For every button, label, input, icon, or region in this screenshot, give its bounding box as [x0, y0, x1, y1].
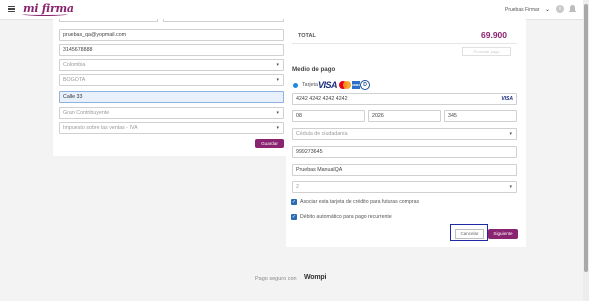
- id-type-value: Cédula de ciudadanía: [296, 131, 348, 137]
- address-value: Calle 33: [63, 94, 83, 100]
- divider: [292, 43, 517, 44]
- menu-icon[interactable]: [8, 6, 15, 12]
- address-field[interactable]: Calle 33: [59, 91, 284, 103]
- scrollbar-thumb[interactable]: [584, 4, 588, 272]
- card-number-field[interactable]: 4242 4242 4242 4242 VISA: [292, 93, 517, 105]
- total-value: 69.900: [481, 30, 507, 40]
- card-brand-badge: VISA: [501, 96, 513, 102]
- footer-text: Pago seguro con: [255, 276, 297, 282]
- visa-logo: VISA: [318, 80, 338, 90]
- caret-down-icon: ▾: [276, 62, 279, 68]
- scrollbar[interactable]: [583, 0, 589, 301]
- chevron-down-icon[interactable]: ⌄: [545, 6, 550, 13]
- logo-swoosh: [22, 12, 68, 16]
- save-button[interactable]: Guardar: [255, 139, 284, 148]
- total-label: TOTAL: [298, 33, 316, 39]
- caret-down-icon: ▾: [509, 184, 512, 190]
- country-select[interactable]: Colombia ▾: [59, 59, 284, 71]
- holder-name-value: Pruebas ManualQA: [296, 167, 343, 173]
- year-value: 2026: [372, 113, 384, 119]
- save-card-checkbox[interactable]: ✓: [291, 199, 297, 205]
- city-select[interactable]: BOGOTA ▾: [59, 74, 284, 86]
- caret-down-icon: ▾: [276, 110, 279, 116]
- tax-value: Impuesto sobre las ventas - IVA: [63, 125, 138, 131]
- user-name[interactable]: Pruebas Firmar: [505, 7, 539, 13]
- id-type-select[interactable]: Cédula de ciudadanía ▾: [292, 128, 517, 140]
- caret-down-icon: ▾: [276, 125, 279, 131]
- month-field[interactable]: 08: [292, 110, 365, 122]
- bell-icon[interactable]: [569, 5, 576, 13]
- info-icon[interactable]: i: [556, 5, 564, 13]
- card-number-value: 4242 4242 4242 4242: [296, 96, 348, 102]
- caret-down-icon: ▾: [509, 131, 512, 137]
- caret-down-icon: ▾: [276, 77, 279, 83]
- next-button[interactable]: Siguiente: [488, 229, 518, 239]
- email-value: pruebas_qa@yopmail.com: [63, 32, 127, 38]
- auto-debit-checkbox[interactable]: ✓: [291, 214, 297, 220]
- auto-debit-label: Débito automático para pago recurrente: [300, 214, 392, 220]
- id-number-field[interactable]: 999273645: [292, 146, 517, 158]
- cvc-field[interactable]: 345: [444, 110, 517, 122]
- amex-logo: AMEX: [352, 81, 361, 89]
- mastercard-logo: [339, 81, 351, 89]
- process-payment-button[interactable]: Procesar pago: [462, 47, 511, 56]
- country-value: Colombia: [63, 62, 86, 68]
- taxpayer-value: Gran Contribuyente: [63, 110, 110, 116]
- id-number-value: 999273645: [296, 149, 323, 155]
- wompi-logo: Wompi: [304, 274, 327, 281]
- email-field[interactable]: pruebas_qa@yopmail.com: [59, 29, 284, 41]
- installments-value: 2: [296, 184, 299, 190]
- partial-field[interactable]: [163, 19, 284, 22]
- month-value: 08: [296, 113, 302, 119]
- save-card-label: Asociar esta tarjeta de crédito para fut…: [300, 199, 420, 205]
- partial-field[interactable]: [59, 19, 158, 22]
- tax-select[interactable]: Impuesto sobre las ventas - IVA ▾: [59, 122, 284, 134]
- section-title: Medio de pago: [292, 66, 336, 73]
- cvc-value: 345: [448, 113, 457, 119]
- taxpayer-select[interactable]: Gran Contribuyente ▾: [59, 107, 284, 119]
- holder-name-field[interactable]: Pruebas ManualQA: [292, 164, 517, 176]
- phone-value: 3145678888: [63, 47, 93, 53]
- top-bar: mi firma Pruebas Firmar ⌄ i: [0, 0, 583, 20]
- payment-method-label[interactable]: Tarjeta: [302, 82, 318, 88]
- radio-selected-icon[interactable]: [293, 83, 298, 88]
- phone-field[interactable]: 3145678888: [59, 44, 284, 56]
- year-field[interactable]: 2026: [368, 110, 441, 122]
- diners-logo: D: [360, 80, 370, 90]
- installments-select[interactable]: 2 ▾: [292, 181, 517, 193]
- cancel-button[interactable]: Cancelar: [455, 229, 484, 239]
- city-value: BOGOTA: [63, 77, 86, 83]
